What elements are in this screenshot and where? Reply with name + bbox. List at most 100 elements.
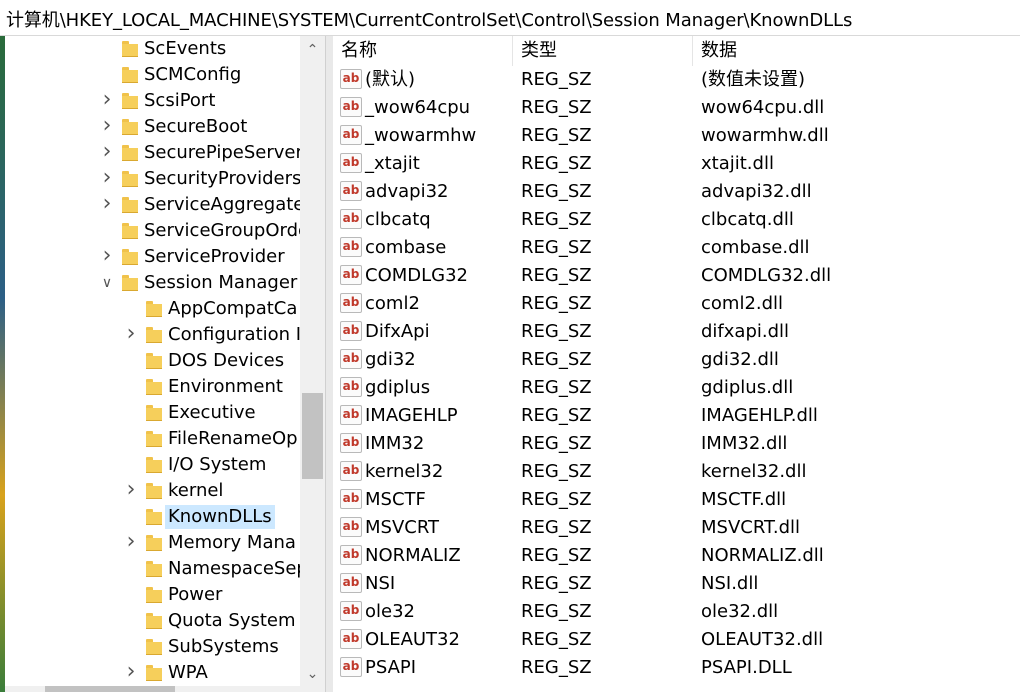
value-row[interactable]: ab coml2 REG_SZ coml2.dll	[333, 290, 1020, 318]
tree-item[interactable]: DOS Devices	[5, 348, 305, 374]
tree-item[interactable]: FileRenameOp	[5, 426, 305, 452]
value-type: REG_SZ	[521, 69, 592, 90]
tree-vertical-scrollbar[interactable]: ⌃ ⌄	[300, 36, 325, 688]
value-row[interactable]: ab NSI REG_SZ NSI.dll	[333, 570, 1020, 598]
value-data: xtajit.dll	[701, 153, 774, 174]
string-value-icon: ab	[340, 629, 362, 649]
folder-icon	[146, 353, 162, 369]
tree-item[interactable]: › kernel	[5, 478, 305, 504]
string-value-icon: ab	[340, 489, 362, 509]
value-name: OLEAUT32	[365, 629, 460, 650]
value-row[interactable]: ab _wow64cpu REG_SZ wow64cpu.dll	[333, 94, 1020, 122]
chevron-right-icon[interactable]: ›	[100, 193, 114, 215]
address-bar[interactable]: 计算机\HKEY_LOCAL_MACHINE\SYSTEM\CurrentCon…	[0, 0, 1020, 36]
chevron-right-icon[interactable]: ›	[124, 531, 138, 553]
tree-item[interactable]: ServiceGroupOrde	[5, 218, 309, 244]
tree-item[interactable]: ∨ Session Manager	[5, 270, 305, 296]
tree-item[interactable]: › SecureBoot	[5, 114, 305, 140]
value-name: _xtajit	[365, 153, 420, 174]
value-row[interactable]: ab _wowarmhw REG_SZ wowarmhw.dll	[333, 122, 1020, 150]
chevron-right-icon[interactable]: ›	[100, 245, 114, 267]
chevron-right-icon[interactable]: ›	[124, 661, 138, 683]
chevron-right-icon[interactable]: ›	[124, 479, 138, 501]
tree-item[interactable]: Environment	[5, 374, 305, 400]
tree-item-label: ScsiPort	[144, 90, 216, 111]
scroll-down-icon[interactable]: ⌄	[300, 662, 325, 686]
hscroll-thumb[interactable]	[45, 686, 175, 692]
folder-icon	[146, 379, 162, 395]
tree-item[interactable]: › WPA	[5, 660, 305, 686]
chevron-right-icon[interactable]: ›	[100, 89, 114, 111]
value-row[interactable]: ab gdiplus REG_SZ gdiplus.dll	[333, 374, 1020, 402]
tree-item[interactable]: I/O System	[5, 452, 305, 478]
string-value-icon: ab	[340, 153, 362, 173]
tree-item[interactable]: › SecurityProviders	[5, 166, 305, 192]
chevron-right-icon[interactable]: ›	[100, 167, 114, 189]
chevron-down-icon[interactable]: ∨	[100, 273, 114, 293]
registry-tree[interactable]: ScEvents SCMConfig › ScsiPort › SecureBoot › Se…	[5, 36, 325, 692]
tree-item[interactable]: ScEvents	[5, 36, 305, 62]
chevron-right-icon[interactable]: ›	[100, 115, 114, 137]
tree-item[interactable]: › SecurePipeServers	[5, 140, 313, 166]
pane-splitter[interactable]	[325, 36, 333, 692]
value-row[interactable]: ab IMM32 REG_SZ IMM32.dll	[333, 430, 1020, 458]
column-header-data[interactable]: 数据	[693, 36, 1020, 66]
tree-item[interactable]: › Memory Mana	[5, 530, 305, 556]
tree-item[interactable]: › ServiceProvider	[5, 244, 305, 270]
value-row[interactable]: ab COMDLG32 REG_SZ COMDLG32.dll	[333, 262, 1020, 290]
tree-item[interactable]: Power	[5, 582, 305, 608]
chevron-right-icon[interactable]: ›	[124, 323, 138, 345]
string-value-icon: ab	[340, 69, 362, 89]
folder-icon	[146, 457, 162, 473]
value-data: wowarmhw.dll	[701, 125, 829, 146]
string-value-icon: ab	[340, 349, 362, 369]
value-row[interactable]: ab clbcatq REG_SZ clbcatq.dll	[333, 206, 1020, 234]
value-row[interactable]: ab gdi32 REG_SZ gdi32.dll	[333, 346, 1020, 374]
tree-item[interactable]: Executive	[5, 400, 305, 426]
value-row[interactable]: ab kernel32 REG_SZ kernel32.dll	[333, 458, 1020, 486]
value-row[interactable]: ab PSAPI REG_SZ PSAPI.DLL	[333, 654, 1020, 682]
value-name: combase	[365, 237, 447, 258]
tree-item-label: kernel	[168, 480, 224, 501]
value-data: PSAPI.DLL	[701, 657, 792, 678]
tree-item-label: Session Manager	[144, 272, 298, 293]
tree-item[interactable]: › ServiceAggregate	[5, 192, 305, 218]
tree-item[interactable]: SubSystems	[5, 634, 305, 660]
value-row[interactable]: ab OLEAUT32 REG_SZ OLEAUT32.dll	[333, 626, 1020, 654]
values-list[interactable]: 名称 类型 数据 ab (默认) REG_SZ (数值未设置) ab _wow64cpu R…	[333, 36, 1020, 692]
tree-item[interactable]: KnownDLLs	[5, 504, 305, 530]
scroll-thumb[interactable]	[302, 393, 323, 479]
string-value-icon: ab	[340, 125, 362, 145]
value-row[interactable]: ab MSVCRT REG_SZ MSVCRT.dll	[333, 514, 1020, 542]
folder-icon	[122, 197, 138, 213]
folder-icon	[146, 327, 162, 343]
value-data: difxapi.dll	[701, 321, 790, 342]
scroll-up-icon[interactable]: ⌃	[300, 38, 325, 62]
folder-icon	[146, 665, 162, 681]
chevron-right-icon[interactable]: ›	[100, 141, 114, 163]
tree-item[interactable]: NamespaceSep	[5, 556, 308, 582]
column-header-type[interactable]: 类型	[513, 36, 693, 66]
column-header-name[interactable]: 名称	[333, 36, 513, 66]
tree-item[interactable]: SCMConfig	[5, 62, 305, 88]
value-name: MSCTF	[365, 489, 426, 510]
value-row[interactable]: ab MSCTF REG_SZ MSCTF.dll	[333, 486, 1020, 514]
tree-horizontal-scrollbar[interactable]	[5, 686, 325, 692]
tree-item[interactable]: › ScsiPort	[5, 88, 305, 114]
value-type: REG_SZ	[521, 237, 592, 258]
string-value-icon: ab	[340, 321, 362, 341]
tree-item-label: NamespaceSep	[168, 558, 308, 579]
value-row[interactable]: ab NORMALIZ REG_SZ NORMALIZ.dll	[333, 542, 1020, 570]
tree-item-label: ScEvents	[144, 38, 227, 59]
tree-item[interactable]: › Configuration I	[5, 322, 305, 348]
tree-item[interactable]: Quota System	[5, 608, 305, 634]
value-row[interactable]: ab combase REG_SZ combase.dll	[333, 234, 1020, 262]
value-row[interactable]: ab _xtajit REG_SZ xtajit.dll	[333, 150, 1020, 178]
value-row[interactable]: ab DifxApi REG_SZ difxapi.dll	[333, 318, 1020, 346]
value-row[interactable]: ab ole32 REG_SZ ole32.dll	[333, 598, 1020, 626]
value-row[interactable]: ab IMAGEHLP REG_SZ IMAGEHLP.dll	[333, 402, 1020, 430]
tree-item[interactable]: AppCompatCa	[5, 296, 305, 322]
value-type: REG_SZ	[521, 601, 592, 622]
value-row[interactable]: ab advapi32 REG_SZ advapi32.dll	[333, 178, 1020, 206]
value-row[interactable]: ab (默认) REG_SZ (数值未设置)	[333, 66, 1020, 94]
